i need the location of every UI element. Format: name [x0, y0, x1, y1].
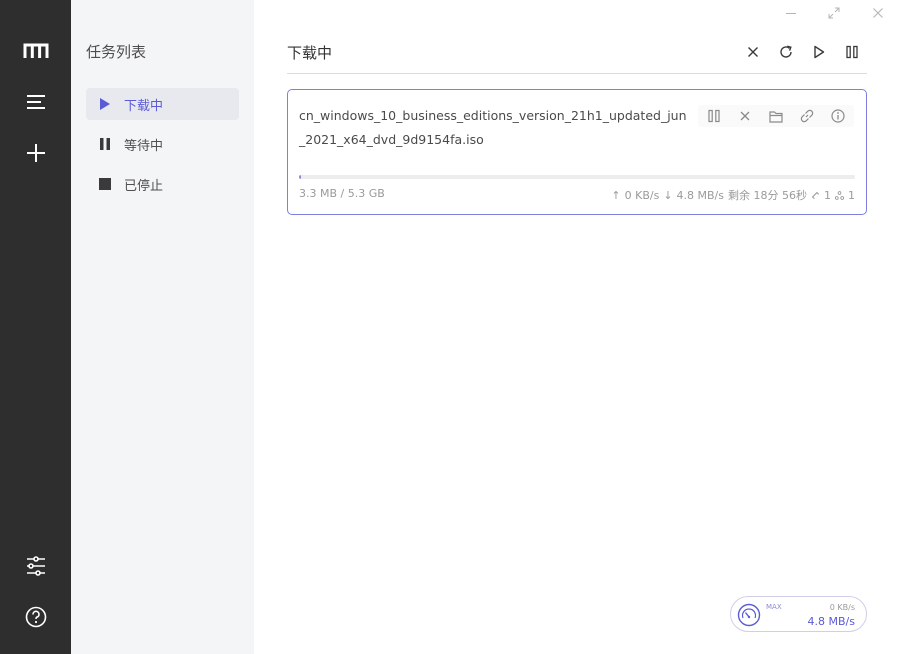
help-icon[interactable] [0, 597, 71, 637]
sidebar-item-label: 已停止 [124, 178, 164, 194]
seeders-icon [835, 190, 844, 200]
upload-icon: ↑ [611, 188, 621, 202]
speed-max-label: MAX [766, 603, 782, 611]
speedometer-upload: 0 KB/s [829, 603, 855, 612]
sidebar-item-label: 下载中 [124, 98, 164, 114]
refresh-icon[interactable] [775, 41, 797, 63]
nav-rail [0, 0, 71, 654]
sidebar-item-label: 等待中 [124, 138, 164, 154]
stop-icon [86, 177, 124, 191]
info-icon[interactable] [827, 105, 849, 127]
logo-icon [0, 31, 71, 71]
main-content: 下载中 cn_windows_10_business_editions_vers… [254, 0, 900, 654]
download-speed: 4.8 MB/s [676, 188, 724, 202]
close-window-icon[interactable] [867, 4, 889, 22]
folder-icon[interactable] [765, 105, 787, 127]
add-task-icon[interactable] [0, 133, 71, 173]
pause-task-icon[interactable] [703, 105, 725, 127]
speedometer-download: 4.8 MB/s [807, 615, 855, 628]
sidebar-item-downloading[interactable]: 下载中 [86, 88, 239, 120]
pause-all-icon[interactable] [841, 41, 863, 63]
task-card[interactable]: cn_windows_10_business_editions_version_… [287, 89, 867, 215]
settings-sliders-icon[interactable] [0, 546, 71, 586]
task-list-panel: 任务列表 下载中 等待中 已停止 [71, 0, 254, 654]
sidebar-item-waiting[interactable]: 等待中 [86, 128, 239, 160]
task-list-title: 任务列表 [86, 43, 147, 61]
sidebar-item-stopped[interactable]: 已停止 [86, 168, 239, 200]
task-size: 3.3 MB / 5.3 GB [299, 187, 385, 200]
download-icon: ↓ [663, 188, 673, 202]
maximize-icon[interactable] [823, 4, 845, 22]
upload-speed: 0 KB/s [624, 188, 660, 202]
remaining-time: 剩余 18分 56秒 [728, 189, 807, 202]
task-progress-bar [299, 175, 855, 179]
delete-all-icon[interactable] [742, 41, 764, 63]
speedometer[interactable]: MAX 0 KB/s 4.8 MB/s [730, 596, 867, 632]
delete-task-icon[interactable] [734, 105, 756, 127]
play-icon [86, 97, 124, 111]
task-actions [698, 105, 854, 127]
seeders-count: 1 [848, 188, 855, 202]
resume-all-icon[interactable] [808, 41, 830, 63]
connections-icon [811, 191, 820, 200]
task-list-icon[interactable] [0, 82, 71, 122]
task-file-name: cn_windows_10_business_editions_version_… [299, 108, 687, 147]
page-title: 下载中 [287, 44, 333, 62]
connections-count: 1 [824, 188, 831, 202]
speedometer-icon [737, 603, 761, 627]
title-divider [287, 73, 867, 74]
task-progress-fill [299, 175, 301, 179]
app-window: 任务列表 下载中 等待中 已停止 下载中 cn_windows_10_busin… [0, 0, 900, 654]
pause-icon [86, 137, 124, 151]
task-stats: ↑ 0 KB/s ↓ 4.8 MB/s 剩余 18分 56秒 1 1 [611, 187, 855, 203]
link-icon[interactable] [796, 105, 818, 127]
minimize-icon[interactable] [780, 4, 802, 22]
